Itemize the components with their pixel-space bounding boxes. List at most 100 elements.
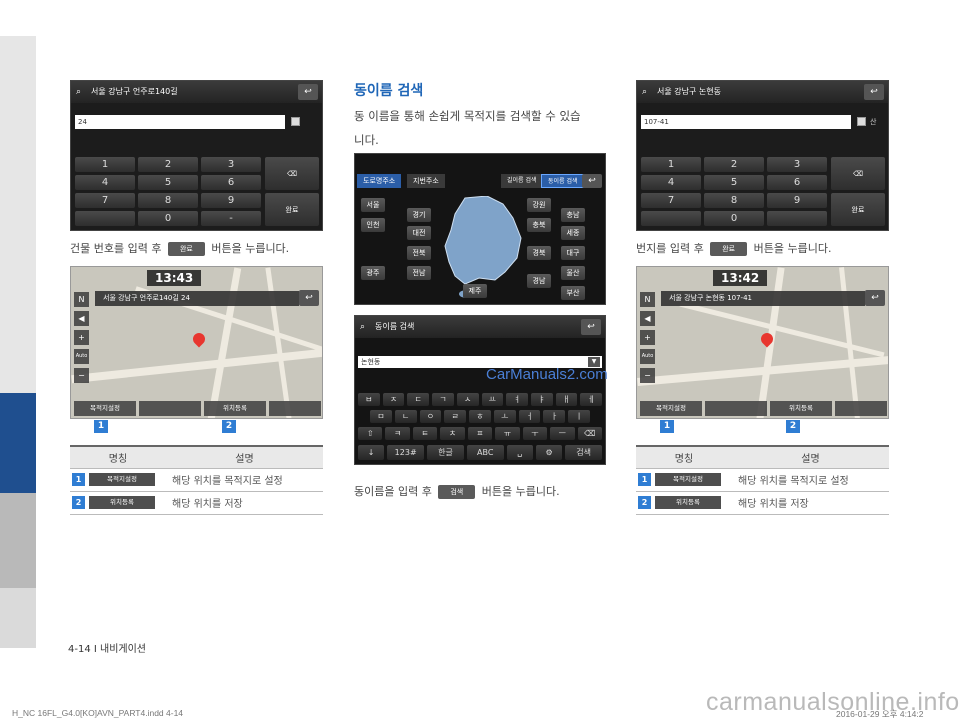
number-key[interactable]: - [201, 211, 261, 226]
region-button[interactable]: 제주 [463, 284, 487, 298]
region-button[interactable]: 경기 [407, 208, 431, 222]
number-key[interactable]: 6 [767, 175, 827, 190]
set-destination-button[interactable]: 목적지설정 [74, 401, 136, 416]
region-button[interactable]: 부산 [561, 286, 585, 300]
region-button[interactable]: 강원 [527, 198, 551, 212]
auto-zoom-button[interactable]: Auto [640, 349, 655, 364]
back-button[interactable]: ↩ [298, 84, 318, 100]
hangul-key[interactable]: ㅊ [440, 427, 465, 440]
hangul-key[interactable]: ⇧ [358, 427, 383, 440]
map-button-blank[interactable] [705, 401, 767, 416]
number-key[interactable]: 8 [138, 193, 198, 208]
zoom-in-button[interactable]: + [74, 330, 89, 345]
hangul-key[interactable]: ㅐ [555, 393, 578, 406]
save-location-button[interactable]: 위치등록 [770, 401, 832, 416]
keyboard-function-key[interactable]: ⚙ [535, 445, 563, 460]
hangul-key[interactable]: ㅜ [522, 427, 548, 440]
zoom-out-button[interactable]: − [640, 368, 655, 383]
number-key[interactable]: 7 [75, 193, 135, 208]
north-up-button[interactable]: N [640, 292, 655, 307]
set-destination-button[interactable]: 목적지설정 [640, 401, 702, 416]
keyboard-function-key[interactable]: ␣ [506, 445, 533, 460]
hangul-key[interactable]: ㅍ [467, 427, 493, 440]
number-key[interactable]: 8 [704, 193, 764, 208]
region-button[interactable]: 전북 [407, 246, 431, 260]
mountain-checkbox[interactable] [291, 117, 300, 126]
map-button-blank-2[interactable] [835, 401, 887, 416]
keyboard-function-key[interactable]: ↓ [358, 445, 385, 460]
hangul-key[interactable]: ㅑ [530, 393, 553, 406]
hangul-key[interactable]: ㄷ [407, 393, 430, 406]
mountain-checkbox[interactable] [857, 117, 866, 126]
region-button[interactable]: 대구 [561, 246, 585, 260]
hangul-key[interactable]: ㅡ [550, 427, 575, 440]
number-key[interactable]: 4 [641, 175, 701, 190]
hangul-key[interactable]: ㄱ [432, 393, 454, 406]
region-button[interactable]: 대전 [407, 226, 431, 240]
number-key[interactable]: 4 [75, 175, 135, 190]
number-key[interactable]: 5 [704, 175, 764, 190]
region-button[interactable]: 충남 [561, 208, 585, 222]
hangul-key[interactable]: ㅣ [568, 410, 590, 423]
hangul-key[interactable]: ㅛ [481, 393, 504, 406]
hangul-key[interactable]: ㅌ [412, 427, 438, 440]
back-button[interactable]: ↩ [864, 84, 884, 100]
done-key[interactable]: 완료 [831, 193, 885, 226]
number-key[interactable] [75, 211, 135, 226]
save-location-button[interactable]: 위치등록 [204, 401, 266, 416]
back-button[interactable]: ↩ [581, 319, 601, 335]
region-button[interactable]: 경남 [527, 274, 551, 288]
hangul-key[interactable]: ㅏ [543, 410, 566, 423]
hangul-key[interactable]: ㄴ [394, 410, 417, 423]
hangul-key[interactable]: ㅈ [382, 393, 405, 406]
hangul-key[interactable]: ㅎ [469, 410, 491, 423]
number-key[interactable]: 2 [138, 157, 198, 172]
tab-dong-search[interactable]: 동이름 검색 [541, 174, 585, 188]
region-button[interactable]: 전남 [407, 266, 431, 280]
hangul-key[interactable]: ㄹ [444, 410, 467, 423]
zoom-out-button[interactable]: − [74, 368, 89, 383]
region-button[interactable]: 세종 [561, 226, 585, 240]
volume-icon[interactable]: ◀ [74, 311, 89, 326]
hangul-key[interactable]: ㅓ [518, 410, 541, 423]
map-button-blank-2[interactable] [269, 401, 321, 416]
keyboard-function-key[interactable]: 123# [387, 445, 425, 460]
number-key[interactable] [767, 211, 827, 226]
number-key[interactable]: 3 [767, 157, 827, 172]
keyboard-function-key[interactable]: ABC [466, 445, 504, 460]
hangul-key[interactable]: ㅔ [580, 393, 602, 406]
volume-icon[interactable]: ◀ [640, 311, 655, 326]
region-button[interactable]: 서울 [361, 198, 385, 212]
keyboard-function-key[interactable]: 검색 [565, 445, 602, 460]
number-key[interactable]: 1 [75, 157, 135, 172]
region-button[interactable]: 광주 [361, 266, 385, 280]
number-key[interactable]: 1 [641, 157, 701, 172]
number-key[interactable]: 3 [201, 157, 261, 172]
lot-number-input[interactable]: 107-41 [641, 115, 851, 129]
region-button[interactable]: 인천 [361, 218, 385, 232]
hangul-key[interactable]: ㅠ [495, 427, 520, 440]
delete-key[interactable]: ⌫ [265, 157, 319, 190]
number-key[interactable]: 9 [201, 193, 261, 208]
back-button[interactable]: ↩ [865, 290, 885, 306]
hangul-key[interactable]: ⌫ [577, 427, 602, 440]
hangul-key[interactable]: ㅗ [493, 410, 516, 423]
number-key[interactable]: 0 [704, 211, 764, 226]
number-key[interactable]: 2 [704, 157, 764, 172]
number-key[interactable]: 6 [201, 175, 261, 190]
map-button-blank[interactable] [139, 401, 201, 416]
tab-road-address[interactable]: 도로명주소 [357, 174, 402, 188]
keyboard-function-key[interactable]: 한글 [427, 445, 464, 460]
hangul-key[interactable]: ㅕ [506, 393, 528, 406]
back-button[interactable]: ↩ [299, 290, 319, 306]
done-key[interactable]: 완료 [265, 193, 319, 226]
north-up-button[interactable]: N [74, 292, 89, 307]
delete-key[interactable]: ⌫ [831, 157, 885, 190]
back-button[interactable]: ↩ [582, 174, 602, 188]
hangul-key[interactable]: ㅇ [419, 410, 442, 423]
number-key[interactable]: 9 [767, 193, 827, 208]
region-button[interactable]: 경북 [527, 246, 551, 260]
hangul-key[interactable]: ㅁ [370, 410, 392, 423]
tab-lot-address[interactable]: 지번주소 [407, 174, 445, 188]
number-key[interactable]: 5 [138, 175, 198, 190]
